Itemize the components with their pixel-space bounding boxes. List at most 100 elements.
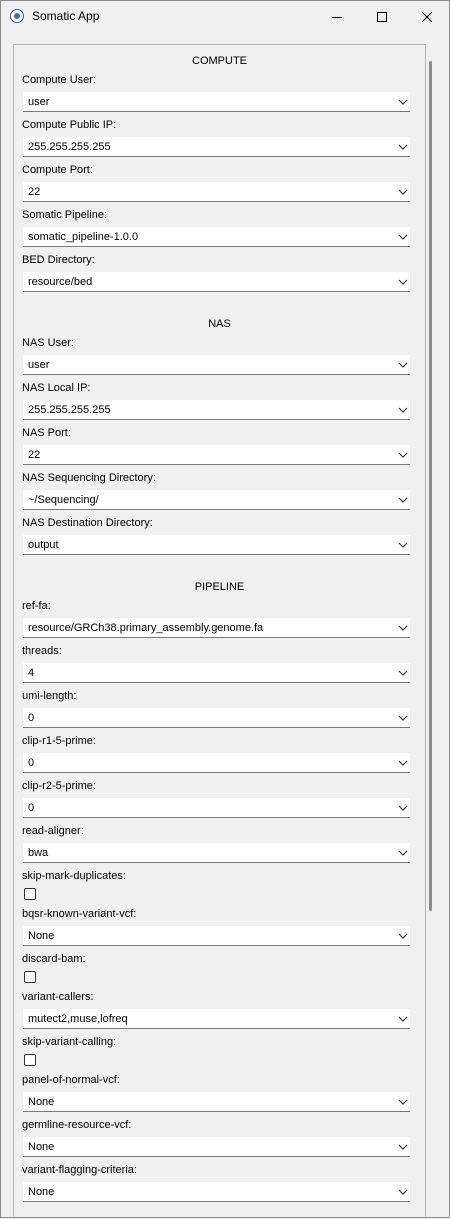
maximize-icon [376,11,387,22]
minimize-button[interactable] [314,1,359,32]
nas-destination-directory-select[interactable]: output [23,535,410,555]
chevron-down-icon [398,189,408,195]
combo-value: 22 [28,186,41,198]
combo-value: None [28,930,55,942]
threads-label: threads: [22,645,62,657]
app-window: Somatic App COMPUTE Compute User: user C… [0,0,450,1219]
combo-value: None [28,1141,55,1153]
chevron-down-icon [398,99,408,105]
chevron-down-icon [398,933,408,939]
nas-user-select[interactable]: user [23,355,410,375]
combo-value: 0 [28,757,35,769]
chevron-down-icon [398,1016,408,1022]
somatic-pipeline-select[interactable]: somatic_pipeline-1.0.0 [23,227,410,247]
skip-variant-calling-checkbox[interactable] [24,1054,36,1066]
chevron-down-icon [398,805,408,811]
combo-value: 255.255.255.255 [28,404,111,416]
compute-section-title: COMPUTE [192,55,247,67]
combo-value: None [28,1186,55,1198]
variant-callers-select[interactable]: mutect2,muse,lofreq [23,1009,410,1029]
nas-port-select[interactable]: 22 [23,445,410,465]
minimize-icon [331,16,342,18]
chevron-down-icon [398,1099,408,1105]
app-icon [10,9,24,23]
discard-bam-label: discard-bam: [22,953,86,965]
combo-value: 4 [28,667,35,679]
compute-public-ip-select[interactable]: 255.255.255.255 [23,137,410,157]
combo-value: None [28,1096,55,1108]
nas-destination-directory-label: NAS Destination Directory: [22,517,153,529]
chevron-down-icon [398,670,408,676]
vertical-scrollbar[interactable] [429,61,432,911]
nas-user-label: NAS User: [22,337,74,349]
variant-flagging-criteria-label: variant-flagging-criteria: [22,1164,137,1176]
bqsr-known-variant-vcf-label: bqsr-known-variant-vcf: [22,908,137,920]
nas-local-ip-select[interactable]: 255.255.255.255 [23,400,410,420]
skip-mark-duplicates-checkbox[interactable] [24,888,36,900]
chevron-down-icon [398,362,408,368]
chevron-down-icon [398,144,408,150]
chevron-down-icon [398,1189,408,1195]
chevron-down-icon [398,497,408,503]
combo-value: output [28,539,59,551]
chevron-down-icon [398,715,408,721]
chevron-down-icon [398,452,408,458]
skip-variant-calling-label: skip-variant-calling: [22,1036,117,1048]
chevron-down-icon [398,542,408,548]
germline-resource-vcf-label: germline-resource-vcf: [22,1119,132,1131]
chevron-down-icon [398,279,408,285]
nas-port-label: NAS Port: [22,427,71,439]
nas-section-title: NAS [208,318,231,330]
window-title: Somatic App [32,9,100,23]
variant-flagging-criteria-select[interactable]: None [23,1182,410,1202]
compute-port-select[interactable]: 22 [23,182,410,202]
skip-mark-duplicates-label: skip-mark-duplicates: [22,870,126,882]
combo-value: 0 [28,712,35,724]
panel-of-normal-vcf-label: panel-of-normal-vcf: [22,1074,120,1086]
somatic-pipeline-label: Somatic Pipeline: [22,209,107,221]
combo-value: bwa [28,847,49,859]
combo-value: ~/Sequencing/ [28,494,99,506]
clip-r2-5-prime-label: clip-r2-5-prime: [22,780,96,792]
chevron-down-icon [398,760,408,766]
chevron-down-icon [398,625,408,631]
ref-fa-select[interactable]: resource/GRCh38.primary_assembly.genome.… [23,618,410,638]
chevron-down-icon [398,850,408,856]
nas-sequencing-directory-label: NAS Sequencing Directory: [22,472,156,484]
chevron-down-icon [398,234,408,240]
clip-r1-5-prime-label: clip-r1-5-prime: [22,735,96,747]
nas-sequencing-directory-select[interactable]: ~/Sequencing/ [23,490,410,510]
bed-directory-label: BED Directory: [22,254,95,266]
compute-user-select[interactable]: user [23,92,410,112]
umi-length-select[interactable]: 0 [23,708,410,728]
panel-of-normal-vcf-select[interactable]: None [23,1092,410,1112]
clip-r1-5-prime-select[interactable]: 0 [23,753,410,773]
germline-resource-vcf-select[interactable]: None [23,1137,410,1157]
umi-length-label: umi-length: [22,690,77,702]
close-button[interactable] [404,1,449,32]
threads-select[interactable]: 4 [23,663,410,683]
combo-value: user [28,96,50,108]
bed-directory-select[interactable]: resource/bed [23,272,410,292]
combo-value: mutect2,muse,lofreq [28,1013,128,1025]
bqsr-known-variant-vcf-select[interactable]: None [23,926,410,946]
variant-callers-label: variant-callers: [22,991,94,1003]
combo-value: user [28,359,50,371]
combo-value: 22 [28,449,41,461]
combo-value: somatic_pipeline-1.0.0 [28,231,139,243]
compute-user-label: Compute User: [22,74,96,86]
read-aligner-select[interactable]: bwa [23,843,410,863]
combo-value: 0 [28,802,35,814]
pipeline-section-title: PIPELINE [194,581,245,593]
combo-value: resource/bed [28,276,93,288]
clip-r2-5-prime-select[interactable]: 0 [23,798,410,818]
settings-panel: COMPUTE Compute User: user Compute Publi… [13,44,426,1219]
maximize-button[interactable] [359,1,404,32]
chevron-down-icon [398,1144,408,1150]
chevron-down-icon [398,407,408,413]
discard-bam-checkbox[interactable] [24,971,36,983]
read-aligner-label: read-aligner: [22,825,84,837]
ref-fa-label: ref-fa: [22,600,51,612]
combo-value: 255.255.255.255 [28,141,111,153]
nas-local-ip-label: NAS Local IP: [22,382,91,394]
